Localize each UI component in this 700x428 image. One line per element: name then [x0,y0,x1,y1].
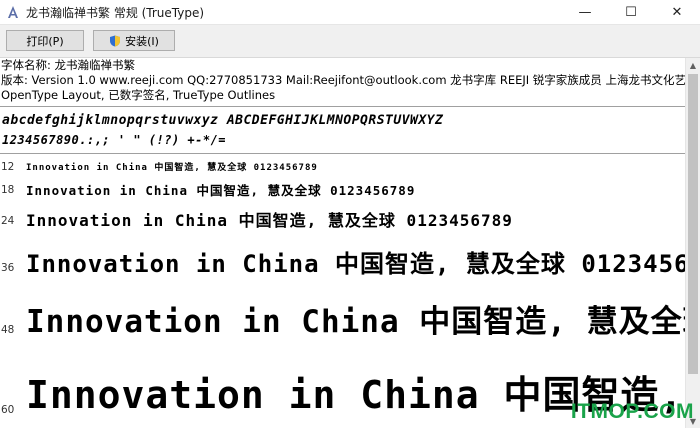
sample-text: Innovation in China 中国智造, 慧及全球 012345678… [26,304,686,340]
minimize-button[interactable]: — [562,0,608,24]
sample-row-24: 24 Innovation in China 中国智造, 慧及全球 012345… [0,204,686,236]
sample-size-label: 18 [1,184,15,196]
sample-size-label: 36 [1,262,15,274]
sample-size-label: 24 [1,215,15,227]
font-version-line: 版本: Version 1.0 www.reeji.com QQ:2770851… [1,73,691,87]
shield-icon [110,35,121,46]
window-title: 龙书瀚临禅书繁 常规 (TrueType) [26,6,205,20]
install-button[interactable]: 安装(I) [93,30,175,51]
divider [0,106,686,107]
sample-text: Innovation in China 中国智造, 慧及全球 012345678… [26,250,686,278]
print-button-label: 打印(P) [26,34,64,48]
sample-size-label: 48 [1,324,15,336]
sample-row-36: 36 Innovation in China 中国智造, 慧及全球 012345… [0,240,686,284]
font-info: 字体名称: 龙书瀚临禅书繁 版本: Version 1.0 www.reeji.… [1,58,691,103]
install-button-label: 安装(I) [125,34,159,48]
sample-row-12: 12 Innovation in China 中国智造, 慧及全球 012345… [0,158,686,176]
charset-alphabet: abcdefghijklmnopqrstuvwxyz ABCDEFGHIJKLM… [2,113,444,128]
charset-digits-symbols: 1234567890.:,; ' " (!?) +-*/= [2,133,227,147]
divider [0,153,686,154]
scrollbar-thumb[interactable] [688,74,698,374]
font-app-icon [8,6,18,18]
scroll-up-icon[interactable]: ▲ [686,58,700,72]
sample-size-label: 60 [1,404,15,416]
toolbar: 打印(P) 安装(I) [0,25,700,58]
sample-size-label: 12 [1,161,15,173]
font-features-line: OpenType Layout, 已数字签名, TrueType Outline… [1,88,276,102]
minimize-icon: — [578,4,592,20]
sample-row-18: 18 Innovation in China 中国智造, 慧及全球 012345… [0,178,686,202]
sample-text: Innovation in China 中国智造, 慧及全球 012345678… [26,163,318,173]
sample-row-48: 48 Innovation in China 中国智造, 慧及全球 012345… [0,290,686,346]
title-bar: 龙书瀚临禅书繁 常规 (TrueType) — ☐ ✕ [0,0,700,25]
vertical-scrollbar[interactable]: ▲ ▼ [685,58,700,428]
close-button[interactable]: ✕ [654,0,700,24]
maximize-button[interactable]: ☐ [608,0,654,24]
close-icon: ✕ [671,4,683,20]
font-name-line: 字体名称: 龙书瀚临禅书繁 [1,58,136,72]
print-button[interactable]: 打印(P) [6,30,84,51]
sample-text: Innovation in China 中国智造, 慧及全球 012345678… [26,183,416,198]
site-watermark: ITMOP.COM [570,400,694,423]
sample-text: Innovation in China 中国智造, 慧及全球 012345678… [26,211,513,230]
maximize-icon: ☐ [625,4,637,20]
